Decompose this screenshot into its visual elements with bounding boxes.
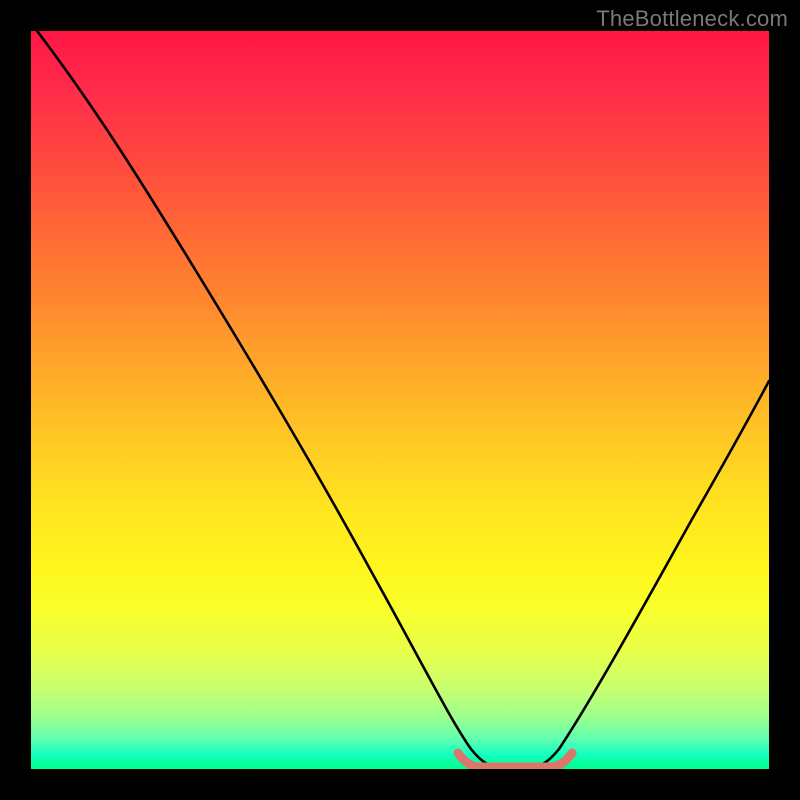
- bottleneck-curve: [31, 31, 769, 769]
- watermark-text: TheBottleneck.com: [596, 6, 788, 32]
- curve-path: [31, 31, 769, 767]
- chart-plot-area: [31, 31, 769, 769]
